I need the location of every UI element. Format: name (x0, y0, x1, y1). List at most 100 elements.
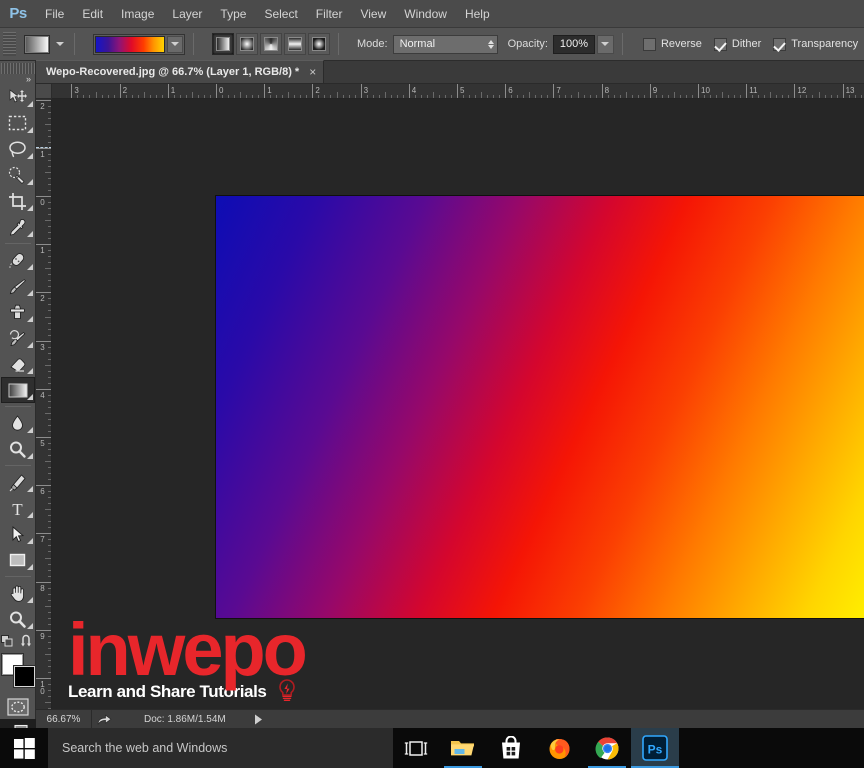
taskbar-search-placeholder: Search the web and Windows (62, 741, 227, 755)
taskbar-file-explorer[interactable] (439, 728, 487, 768)
zoom-tool[interactable] (1, 606, 35, 632)
ruler-label: 12 (797, 87, 806, 95)
task-view-button[interactable] (393, 728, 439, 768)
transparency-checkbox-row[interactable]: Transparency (773, 38, 858, 51)
eyedropper-tool[interactable] (1, 214, 35, 240)
quick-selection-tool[interactable] (1, 162, 35, 188)
color-swatches[interactable] (1, 654, 35, 688)
swap-colors-icon[interactable] (20, 634, 34, 653)
ruler-label: 0 (38, 199, 47, 207)
diamond-gradient-button[interactable] (308, 33, 330, 55)
ruler-tick-minor (45, 461, 52, 462)
menu-file[interactable]: File (36, 0, 73, 28)
menu-type[interactable]: Type (211, 0, 255, 28)
history-brush-tool[interactable] (1, 325, 35, 351)
menu-window[interactable]: Window (395, 0, 456, 28)
zoom-level-input[interactable]: 66.67% (36, 710, 92, 729)
linear-gradient-button[interactable] (212, 33, 234, 55)
ruler-tick-major (698, 84, 699, 99)
crop-tool[interactable] (1, 188, 35, 214)
ruler-label: 2 (38, 295, 47, 303)
image-canvas[interactable] (216, 196, 864, 618)
gradient-preset-picker[interactable] (93, 34, 185, 55)
blend-mode-stepper-icon[interactable] (488, 40, 494, 49)
gradient-tool-icon (24, 35, 50, 54)
radial-gradient-button[interactable] (236, 33, 258, 55)
opacity-input[interactable]: 100% (553, 35, 595, 54)
dither-checkbox-row[interactable]: Dither (714, 38, 761, 51)
menu-bar: Ps File Edit Image Layer Type Select Fil… (0, 0, 864, 28)
ruler-tick-major (457, 84, 458, 99)
options-bar-grip[interactable] (3, 32, 16, 56)
ruler-origin-corner[interactable] (36, 84, 52, 99)
menu-view[interactable]: View (351, 0, 395, 28)
menu-help[interactable]: Help (456, 0, 499, 28)
eraser-tool[interactable] (1, 351, 35, 377)
ruler-tick-major (36, 341, 52, 342)
clone-stamp-tool[interactable] (1, 299, 35, 325)
document-tab-title: Wepo-Recovered.jpg @ 66.7% (Layer 1, RGB… (46, 66, 299, 78)
menu-filter[interactable]: Filter (307, 0, 352, 28)
watermark-word-text: inwepo (68, 608, 305, 691)
menu-edit[interactable]: Edit (73, 0, 112, 28)
horizontal-ruler[interactable]: 321012345678910111213 (52, 84, 864, 99)
share-icon[interactable] (92, 713, 116, 726)
spot-healing-brush-tool[interactable] (1, 247, 35, 273)
gradient-preset-chevron-down-icon[interactable] (167, 36, 183, 53)
current-tool-preset-picker[interactable] (24, 35, 66, 54)
pen-tool[interactable] (1, 469, 35, 495)
rectangle-tool[interactable] (1, 547, 35, 573)
blend-mode-select[interactable]: Normal (393, 35, 498, 54)
gradient-preset-swatch[interactable] (95, 36, 165, 53)
canvas-area[interactable]: inwepo Learn and Share Tutorials (52, 99, 864, 709)
background-color-swatch[interactable] (14, 666, 35, 687)
taskbar-mozilla-firefox[interactable] (535, 728, 583, 768)
dither-checkbox[interactable] (714, 38, 727, 51)
transparency-label: Transparency (791, 38, 858, 50)
dither-label: Dither (732, 38, 761, 50)
ruler-tick-minor (96, 92, 97, 99)
quick-mask-button[interactable] (1, 694, 35, 720)
tools-panel-expand-icon[interactable]: » (0, 75, 35, 84)
ruler-tick-minor (674, 92, 675, 99)
angle-gradient-button[interactable] (260, 33, 282, 55)
vertical-ruler[interactable]: 21012345678910 (36, 99, 52, 709)
taskbar-microsoft-store[interactable] (487, 728, 535, 768)
default-colors-icon[interactable] (1, 634, 15, 653)
ruler-tick-minor (529, 92, 530, 99)
taskbar-google-chrome[interactable] (583, 728, 631, 768)
blur-tool[interactable] (1, 410, 35, 436)
reverse-checkbox[interactable] (643, 38, 656, 51)
path-selection-tool[interactable] (1, 521, 35, 547)
menu-select[interactable]: Select (255, 0, 306, 28)
menu-image[interactable]: Image (112, 0, 163, 28)
brush-tool[interactable] (1, 273, 35, 299)
ruler-tick-minor (45, 365, 52, 366)
document-tab[interactable]: Wepo-Recovered.jpg @ 66.7% (Layer 1, RGB… (36, 60, 324, 83)
ruler-tick-minor (144, 92, 145, 99)
transparency-checkbox[interactable] (773, 38, 786, 51)
lasso-tool[interactable] (1, 136, 35, 162)
move-tool[interactable] (1, 84, 35, 110)
menu-layer[interactable]: Layer (163, 0, 211, 28)
tool-preset-chevron-down-icon[interactable] (53, 35, 66, 54)
status-menu-chevron-right-icon[interactable] (254, 714, 263, 725)
horizontal-type-tool[interactable]: T (1, 495, 35, 521)
dodge-tool[interactable] (1, 436, 35, 462)
opacity-chevron-down-icon[interactable] (597, 35, 614, 54)
ruler-tick-minor (337, 92, 338, 99)
document-tab-bar: Wepo-Recovered.jpg @ 66.7% (Layer 1, RGB… (36, 61, 864, 84)
windows-start-button[interactable] (0, 728, 48, 768)
gradient-tool[interactable] (1, 377, 35, 403)
hand-tool[interactable] (1, 580, 35, 606)
reflected-gradient-button[interactable] (284, 33, 306, 55)
taskbar-search-input[interactable]: Search the web and Windows (48, 728, 393, 768)
ruler-tick-major (602, 84, 603, 99)
photoshop-logo-icon: Ps (0, 0, 36, 28)
taskbar-adobe-photoshop[interactable]: Ps (631, 728, 679, 768)
reverse-checkbox-row[interactable]: Reverse (643, 38, 702, 51)
close-icon[interactable]: × (309, 66, 316, 78)
rectangular-marquee-tool[interactable] (1, 110, 35, 136)
tools-panel-grip[interactable] (1, 63, 35, 74)
ruler-label: 13 (846, 87, 855, 95)
